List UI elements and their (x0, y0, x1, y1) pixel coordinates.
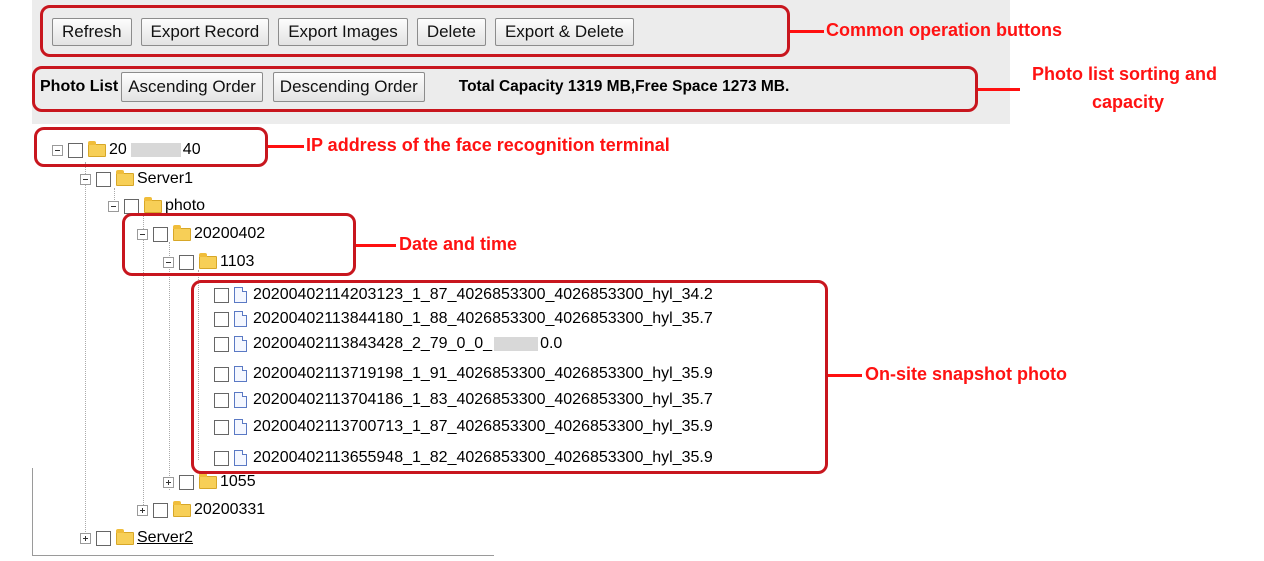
annotation-snapshot: On-site snapshot photo (865, 364, 1067, 384)
annotation-pointer (978, 88, 1020, 91)
annotation-sorting-line2: capacity (1092, 92, 1165, 112)
annotation-pointer (790, 30, 824, 33)
expand-icon[interactable] (137, 504, 148, 516)
annotation-ip-address: IP address of the face recognition termi… (306, 135, 670, 155)
annotation-date-time: Date and time (399, 234, 518, 254)
annotation-common-buttons: Common operation buttons (826, 20, 1062, 40)
folder-icon (116, 528, 134, 545)
tree-connector-line (169, 242, 170, 490)
folder-icon (199, 472, 217, 489)
expand-icon[interactable] (163, 476, 174, 488)
checkbox[interactable] (179, 474, 194, 490)
checkbox[interactable] (153, 502, 168, 518)
tree-node-server2[interactable]: Server2 (80, 526, 193, 550)
annotation-box-buttons (40, 5, 790, 57)
folder-icon (116, 169, 134, 186)
annotation-pointer (268, 145, 304, 148)
checkbox[interactable] (96, 171, 111, 187)
server1-label: Server1 (137, 170, 194, 187)
annotation-box-sorting (32, 66, 978, 112)
folder-1055-label: 1055 (220, 473, 256, 490)
annotation-box-ip (34, 127, 268, 167)
folder-icon (173, 500, 191, 517)
annotation-pointer (828, 374, 862, 377)
expand-icon[interactable] (80, 532, 91, 544)
checkbox[interactable] (124, 198, 139, 214)
annotation-box-datetime (122, 213, 356, 276)
annotation-pointer (356, 244, 396, 247)
tree-node-server1[interactable]: Server1 (80, 167, 193, 191)
server2-label: Server2 (137, 529, 194, 546)
checkbox[interactable] (96, 530, 111, 546)
folder-20200331-label: 20200331 (194, 501, 266, 518)
collapse-icon[interactable] (80, 173, 91, 185)
tree-node-20200331[interactable]: 20200331 (137, 498, 265, 522)
folder-icon (144, 196, 162, 213)
collapse-icon[interactable] (108, 200, 119, 212)
annotation-box-snapshot (191, 280, 828, 474)
tree-connector-line (85, 162, 86, 532)
annotation-sorting-line1: Photo list sorting and (1032, 64, 1217, 84)
